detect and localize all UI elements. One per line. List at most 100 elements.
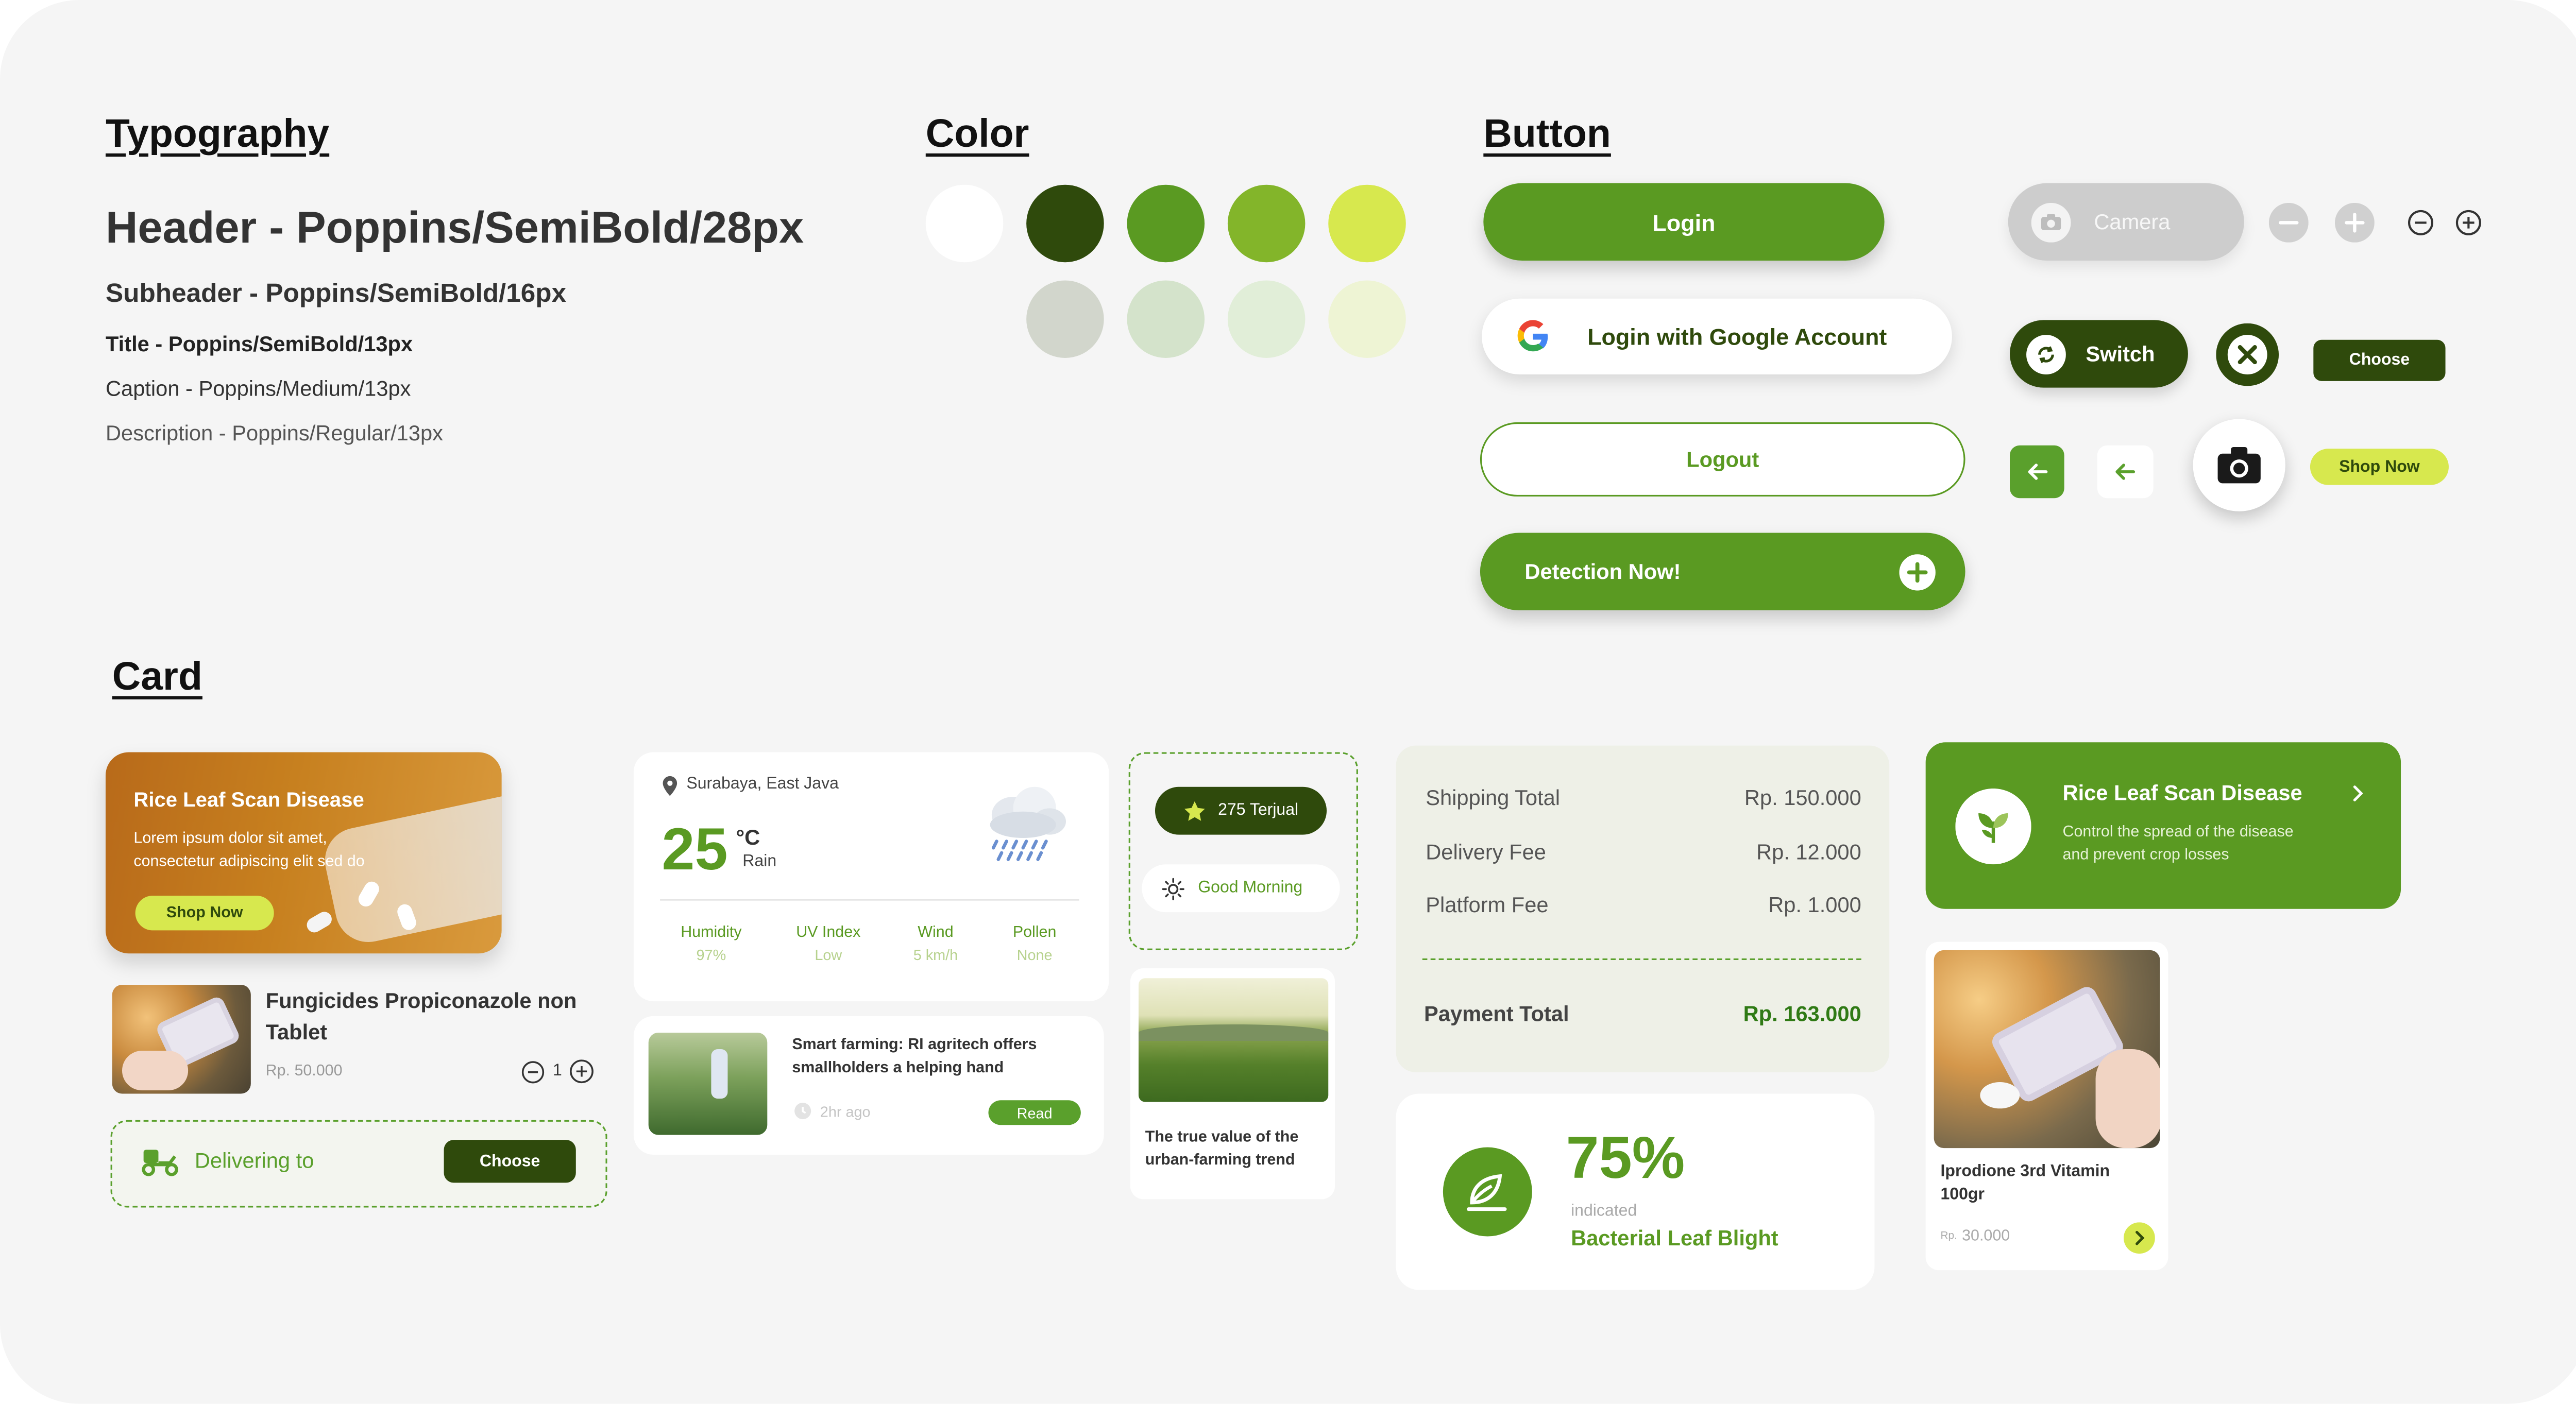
choose-button[interactable]: Choose	[2313, 339, 2446, 381]
news-card[interactable]: Smart farming: RI agritech offers smallh…	[633, 1016, 1104, 1155]
news-read-button[interactable]: Read	[988, 1100, 1081, 1125]
google-login-label: Login with Google Account	[1587, 323, 1887, 350]
article-image	[1138, 978, 1329, 1102]
delivery-label: Delivering to	[194, 1148, 314, 1173]
news-time: 2hr ago	[820, 1103, 871, 1120]
typography-subheader-sample: Subheader - Poppins/SemiBold/16px	[105, 280, 567, 309]
weather-stat: Pollen None	[985, 924, 1084, 964]
feature-card-title: Rice Leaf Scan Disease	[2062, 780, 2302, 805]
back-button-filled[interactable]	[2010, 445, 2064, 499]
product-card-price: 30.000	[1962, 1227, 2010, 1246]
news-thumbnail	[648, 1032, 768, 1135]
chips-container: 275 Terjual Good Morning	[1128, 752, 1358, 950]
login-button[interactable]: Login	[1483, 183, 1885, 261]
payment-total-value: Rp. 163.000	[1743, 1001, 1861, 1026]
news-title-line1: Smart farming: RI agritech offers	[792, 1036, 1037, 1054]
close-icon[interactable]	[2216, 323, 2279, 386]
google-icon	[1515, 318, 1551, 354]
typography-header-sample: Header - Poppins/SemiBold/28px	[105, 202, 804, 253]
product-card[interactable]: Iprodione 3rd Vitamin 100gr Rp. 30.000	[1925, 941, 2168, 1271]
weather-stat: Humidity 97%	[662, 924, 760, 964]
color-swatch	[1227, 280, 1306, 358]
design-system-board: Typography Header - Poppins/SemiBold/28p…	[0, 0, 2576, 1404]
weather-stat-value: Low	[815, 947, 842, 964]
leaf-icon	[1442, 1146, 1533, 1237]
back-button-outline[interactable]	[2097, 445, 2154, 499]
plus-circle-icon[interactable]	[569, 1059, 594, 1084]
camera-icon	[2216, 446, 2262, 485]
camera-button-disabled[interactable]: Camera	[2008, 183, 2244, 261]
minus-circle-icon[interactable]	[521, 1060, 545, 1084]
shop-now-button[interactable]: Shop Now	[2310, 449, 2449, 485]
summary-row-value: Rp. 1.000	[1768, 892, 1861, 917]
detection-now-button[interactable]: Detection Now!	[1480, 533, 1965, 611]
section-title-button: Button	[1483, 112, 1611, 157]
summary-row-label: Platform Fee	[1426, 892, 1549, 917]
summary-row-value: Rp. 150.000	[1744, 785, 1861, 810]
sold-count-chip[interactable]: 275 Terjual	[1155, 786, 1327, 835]
weather-temperature: 25	[662, 815, 728, 883]
typography-title-sample: Title - Poppins/SemiBold/13px	[105, 331, 413, 356]
chevron-right-icon[interactable]	[2124, 1222, 2155, 1254]
delivery-choose-button[interactable]: Choose	[444, 1140, 576, 1183]
weather-divider	[660, 899, 1079, 901]
color-swatch	[1127, 184, 1205, 263]
minus-circle-icon[interactable]	[2408, 210, 2434, 236]
promo-card-title: Rice Leaf Scan Disease	[133, 788, 364, 812]
product-name-line2: Tablet	[265, 1019, 328, 1045]
plus-icon	[1899, 553, 1936, 590]
color-swatch	[1328, 280, 1406, 358]
detection-result-card: 75% indicated Bacterial Leaf Blight	[1396, 1093, 1875, 1290]
weather-stat: UV Index Low	[779, 924, 878, 964]
detection-percentage: 75%	[1566, 1123, 1685, 1191]
article-card[interactable]: The true value of the urban-farming tren…	[1130, 968, 1335, 1200]
product-name-line1: Fungicides Propiconazole non	[265, 988, 577, 1013]
promo-shop-now-button[interactable]: Shop Now	[135, 896, 274, 931]
sold-count-label: 275 Terjual	[1218, 801, 1299, 820]
greeting-label: Good Morning	[1198, 879, 1303, 898]
promo-card[interactable]: Rice Leaf Scan Disease Lorem ipsum dolor…	[105, 752, 502, 954]
weather-stat-label: Pollen	[1012, 923, 1057, 942]
section-title-color: Color	[925, 112, 1029, 157]
delivery-card[interactable]: Delivering to Choose	[110, 1120, 607, 1208]
detection-caption: indicated	[1571, 1202, 1637, 1221]
delivery-scooter-icon	[140, 1145, 180, 1178]
greeting-chip[interactable]: Good Morning	[1142, 864, 1340, 913]
logout-button[interactable]: Logout	[1480, 422, 1965, 497]
article-title-line2: urban-farming trend	[1145, 1151, 1295, 1170]
detection-now-label: Detection Now!	[1524, 559, 1681, 584]
location-pin-icon	[662, 775, 678, 797]
capture-button[interactable]	[2193, 419, 2285, 511]
news-title-line2: smallholders a helping hand	[792, 1059, 1004, 1077]
weather-stat-value: None	[1016, 947, 1053, 964]
switch-button[interactable]: Switch	[2010, 320, 2188, 388]
promo-card-desc-line1: Lorem ipsum dolor sit amet,	[133, 830, 327, 848]
plus-circle-icon[interactable]	[2334, 202, 2375, 243]
minus-circle-icon[interactable]	[2268, 202, 2309, 243]
color-swatch	[1026, 184, 1104, 263]
sun-icon	[1162, 877, 1185, 900]
arrow-left-icon	[2112, 458, 2139, 485]
product-thumbnail	[112, 985, 251, 1094]
article-title-line1: The true value of the	[1145, 1128, 1299, 1146]
chevron-right-icon[interactable]	[2350, 783, 2366, 803]
hand-image	[2095, 1049, 2160, 1149]
feature-card-desc-line1: Control the spread of the disease	[2062, 823, 2294, 842]
weather-location: Surabaya, East Java	[686, 775, 839, 794]
rain-cloud-icon	[980, 782, 1069, 864]
quantity-value: 1	[552, 1062, 562, 1081]
arrow-left-icon	[2024, 458, 2050, 485]
weather-stat-label: Wind	[918, 923, 954, 942]
product-card-price-prefix: Rp.	[1940, 1230, 1957, 1242]
hand-image	[122, 1051, 189, 1091]
product-card-name-line2: 100gr	[1940, 1186, 1985, 1205]
color-swatch	[1328, 184, 1406, 263]
payment-total-label: Payment Total	[1424, 1001, 1569, 1026]
camera-icon	[2031, 202, 2071, 242]
star-icon	[1183, 799, 1207, 823]
weather-stat-value: 97%	[696, 947, 726, 964]
feature-card[interactable]: Rice Leaf Scan Disease Control the sprea…	[1925, 742, 2401, 909]
plus-circle-icon[interactable]	[2455, 210, 2482, 236]
weather-card[interactable]: Surabaya, East Java 25 °C Rain Humidity 9…	[633, 752, 1109, 1002]
google-login-button[interactable]: Login with Google Account	[1482, 298, 1952, 375]
